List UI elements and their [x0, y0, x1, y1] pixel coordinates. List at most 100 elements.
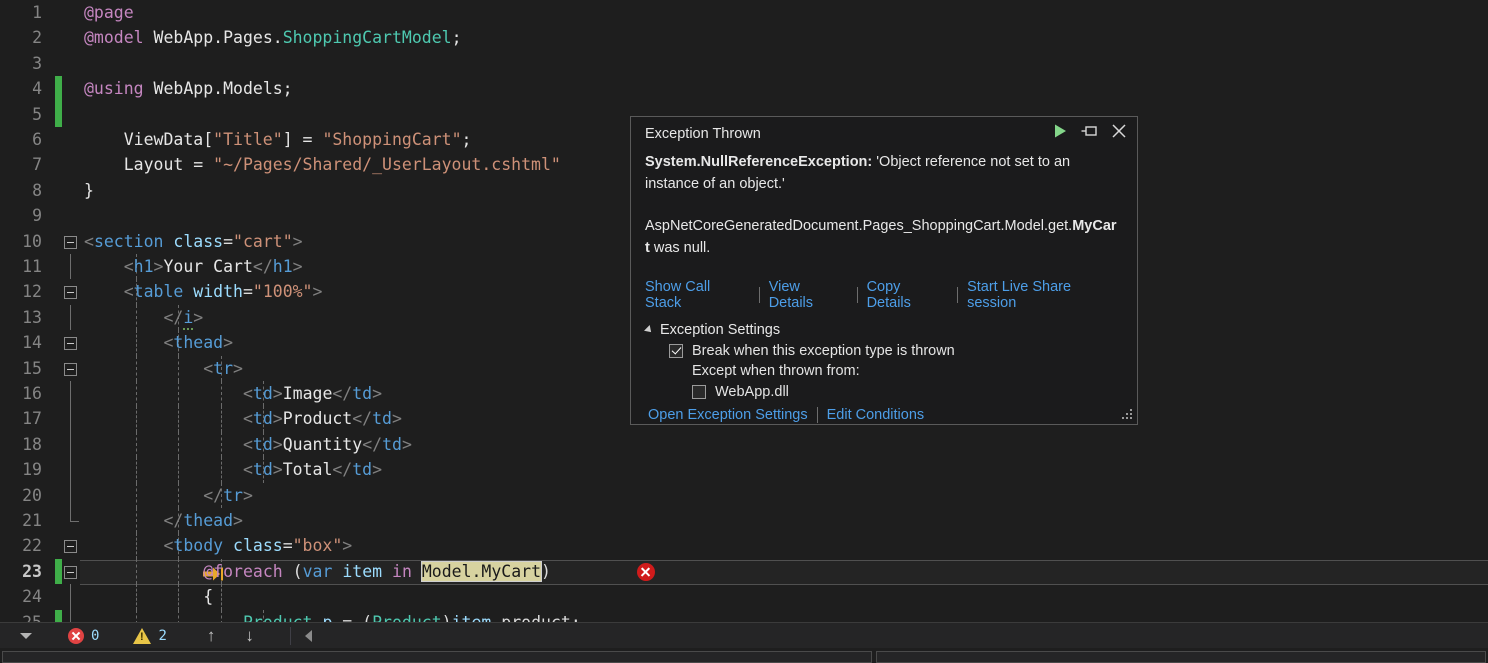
- expander-icon[interactable]: [644, 325, 654, 335]
- code-line[interactable]: 18 <td>Quantity</td>: [0, 431, 1488, 458]
- fold-toggle[interactable]: [64, 540, 77, 554]
- code-token: item: [342, 561, 383, 581]
- code-text[interactable]: @foreach (var item in Model.MyCart): [84, 559, 551, 584]
- fold-toggle[interactable]: [64, 337, 77, 351]
- code-line[interactable]: 25 Product p = (Product)item.product;: [0, 609, 1488, 622]
- code-text[interactable]: @model WebApp.Pages.ShoppingCartModel;: [84, 25, 462, 50]
- code-line[interactable]: 21 </thead>: [0, 508, 1488, 534]
- code-line[interactable]: 1 @page: [0, 0, 1488, 25]
- code-token: =: [242, 282, 253, 302]
- code-text[interactable]: <td>Quantity</td>: [84, 432, 412, 457]
- back-button[interactable]: [299, 623, 318, 649]
- code-line[interactable]: 2 @model WebApp.Pages.ShoppingCartModel;: [0, 25, 1488, 50]
- tool-window-right[interactable]: [876, 651, 1486, 663]
- exception-settings-section[interactable]: Exception Settings: [644, 322, 1123, 338]
- code-token: thead: [173, 333, 224, 353]
- code-token: i: [183, 307, 194, 330]
- pin-icon[interactable]: [1081, 123, 1098, 139]
- line-number: 21: [22, 511, 42, 530]
- resize-grip-icon[interactable]: [1121, 408, 1134, 421]
- warning-count: 2: [158, 628, 167, 644]
- next-issue-button[interactable]: ↓: [239, 623, 260, 649]
- code-token: td: [252, 460, 273, 480]
- open-exception-settings-link[interactable]: Open Exception Settings: [648, 407, 808, 423]
- code-text[interactable]: <section class="cart">: [84, 229, 303, 254]
- code-line[interactable]: 20 </tr>: [0, 482, 1488, 508]
- exception-message: System.NullReferenceException: 'Object r…: [645, 151, 1115, 195]
- line-number: 18: [22, 434, 42, 454]
- copy-details-link[interactable]: Copy Details: [867, 279, 949, 311]
- back-arrow-icon: [304, 630, 312, 642]
- error-count-item[interactable]: 0: [62, 623, 105, 649]
- code-text[interactable]: Layout = "~/Pages/Shared/_UserLayout.csh…: [84, 152, 561, 177]
- edit-conditions-link[interactable]: Edit Conditions: [827, 407, 925, 423]
- code-text[interactable]: <tr>: [84, 356, 243, 381]
- exception-dialog-titlebar[interactable]: Exception Thrown: [631, 117, 1137, 151]
- break-when-thrown-row[interactable]: Break when this exception type is thrown: [669, 343, 1123, 359]
- code-text[interactable]: </i>: [84, 305, 203, 330]
- prev-issue-button[interactable]: ↑: [201, 623, 222, 649]
- continue-icon[interactable]: [1052, 123, 1068, 139]
- tool-window-left[interactable]: [2, 651, 872, 663]
- fold-toggle[interactable]: [64, 235, 77, 249]
- code-line[interactable]: 3: [0, 51, 1488, 76]
- line-number: 17: [22, 409, 42, 429]
- exception-thrown-dialog[interactable]: Exception Thrown System.NullReferenceExc…: [630, 116, 1138, 425]
- break-when-thrown-checkbox[interactable]: [669, 344, 683, 358]
- inline-error-icon[interactable]: [637, 562, 655, 581]
- close-icon[interactable]: [1111, 123, 1127, 139]
- code-text[interactable]: {: [84, 584, 213, 609]
- fold-toggle[interactable]: [64, 286, 77, 300]
- code-text[interactable]: <td>Image</td>: [84, 381, 382, 406]
- code-text[interactable]: <table width="100%">: [84, 279, 323, 304]
- code-token: thead: [183, 511, 234, 530]
- code-token: >: [233, 511, 243, 530]
- code-token: =: [223, 231, 234, 251]
- code-text[interactable]: </tr>: [84, 483, 253, 508]
- module-exclusion-row[interactable]: WebApp.dll: [692, 384, 1123, 400]
- code-token: td: [252, 409, 273, 429]
- code-token: @foreach: [203, 561, 283, 581]
- code-text[interactable]: @using WebApp.Models;: [84, 76, 293, 101]
- fold-toggle[interactable]: [64, 362, 77, 376]
- code-text[interactable]: }: [84, 178, 94, 203]
- except-when-thrown-label: Except when thrown from:: [692, 363, 860, 379]
- code-text[interactable]: @page: [84, 0, 134, 25]
- code-token: section: [93, 231, 164, 251]
- code-token: <: [84, 460, 253, 480]
- indent-guide: [221, 584, 222, 610]
- code-line[interactable]: 24 {: [0, 584, 1488, 610]
- code-line[interactable]: 22 <tbody class="box">: [0, 533, 1488, 559]
- editor-status-bar[interactable]: 0 2 ↑ ↓: [0, 622, 1488, 649]
- line-number: 14: [22, 333, 42, 353]
- highlighted-token: Model.MyCart: [420, 560, 543, 582]
- code-line[interactable]: 4 @using WebApp.Models;: [0, 76, 1488, 102]
- start-live-share-link[interactable]: Start Live Share session: [967, 279, 1123, 311]
- code-token: td: [372, 409, 392, 429]
- code-token: Quantity: [282, 434, 363, 454]
- code-line[interactable]: 19 <td>Total</td>: [0, 457, 1488, 483]
- status-dropdown-button[interactable]: [0, 623, 52, 649]
- fold-toggle[interactable]: [64, 565, 77, 579]
- outline-line: [70, 584, 71, 610]
- code-text[interactable]: ViewData["Title"] = "ShoppingCart";: [84, 127, 472, 152]
- warning-count-item[interactable]: 2: [127, 623, 172, 649]
- code-text[interactable]: <td>Total</td>: [84, 457, 382, 482]
- code-text[interactable]: Product p = (Product)item.product;: [84, 610, 581, 622]
- code-token: >: [193, 307, 204, 327]
- code-text[interactable]: <td>Product</td>: [84, 406, 402, 431]
- exception-type: System.NullReferenceException:: [645, 154, 873, 170]
- view-details-link[interactable]: View Details: [769, 279, 848, 311]
- code-text[interactable]: </thead>: [84, 508, 243, 533]
- code-token: Product: [282, 409, 353, 429]
- code-text[interactable]: <h1>Your Cart</h1>: [84, 254, 303, 279]
- webapp-dll-checkbox[interactable]: [692, 385, 706, 399]
- code-line[interactable]: 23 @foreach (var item in Model.MyCart): [0, 558, 1488, 585]
- code-text[interactable]: <thead>: [84, 330, 233, 355]
- line-number: 7: [32, 155, 42, 175]
- code-text[interactable]: <tbody class="box">: [84, 533, 352, 558]
- show-call-stack-link[interactable]: Show Call Stack: [645, 279, 750, 311]
- code-token: Product: [372, 613, 442, 622]
- webapp-dll-label: WebApp.dll: [715, 384, 789, 400]
